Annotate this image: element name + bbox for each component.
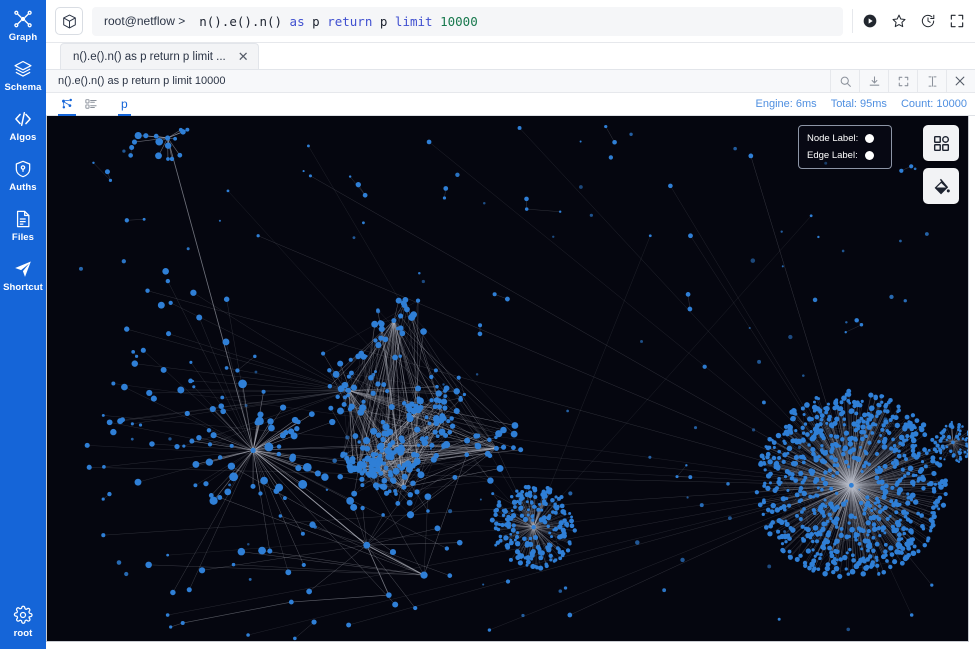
query-prompt: root@netflow > bbox=[104, 14, 186, 28]
query-input[interactable]: root@netflow > n().e().n() as p return p… bbox=[92, 6, 843, 36]
gear-icon bbox=[13, 605, 33, 625]
close-icon[interactable] bbox=[946, 69, 975, 93]
graph-nodes-icon bbox=[13, 9, 33, 29]
query-token-plain: p bbox=[372, 13, 395, 29]
code-brackets-icon bbox=[13, 109, 33, 129]
app-window: Graph Schema Algos Auths Files Shortcut … bbox=[0, 0, 975, 649]
query-token-plain: p bbox=[304, 13, 328, 29]
graph-canvas-wrapper: Node Label: Edge Label: bbox=[46, 116, 975, 649]
sidebar-item-shortcut[interactable]: Shortcut bbox=[0, 250, 46, 300]
query-token-number: 10000 bbox=[440, 13, 478, 29]
query-token-plain: n().e().n() bbox=[199, 13, 290, 29]
legend-shapes-button[interactable] bbox=[923, 125, 959, 161]
edge-label-row[interactable]: Edge Label: bbox=[807, 150, 883, 161]
edge-label-text: Edge Label: bbox=[807, 150, 858, 161]
close-icon[interactable]: ✕ bbox=[238, 50, 249, 63]
query-text: n().e().n() as p return p limit 10000 bbox=[199, 14, 478, 29]
expand-corners-icon[interactable] bbox=[888, 69, 917, 93]
graph-canvas[interactable]: Node Label: Edge Label: bbox=[46, 116, 969, 642]
query-tab-label: n().e().n() as p return p limit ... bbox=[73, 50, 226, 63]
query-token-keyword: limit bbox=[394, 13, 433, 29]
result-sub-toolbar: n().e().n() as p return p limit 10000 bbox=[46, 69, 975, 93]
sidebar-item-label: Shortcut bbox=[3, 282, 43, 293]
legend-grid-icon bbox=[932, 134, 951, 153]
graph-tool-buttons bbox=[923, 125, 959, 204]
graph-view-tab[interactable] bbox=[56, 94, 78, 116]
sidebar-item-graph[interactable]: Graph bbox=[0, 0, 46, 50]
sidebar-item-label: Graph bbox=[8, 32, 38, 43]
sidebar-item-files[interactable]: Files bbox=[0, 200, 46, 250]
sidebar-item-root-user[interactable]: root bbox=[0, 596, 46, 649]
layers-icon bbox=[13, 59, 33, 79]
split-view-icon[interactable] bbox=[917, 69, 946, 93]
sidebar-item-schema[interactable]: Schema bbox=[0, 50, 46, 100]
node-label-row[interactable]: Node Label: bbox=[807, 133, 883, 144]
clock-history-icon[interactable] bbox=[919, 13, 936, 30]
main-area: root@netflow > n().e().n() as p return p… bbox=[46, 0, 975, 649]
paint-style-button[interactable] bbox=[923, 168, 959, 204]
node-label-dropdown[interactable] bbox=[865, 134, 875, 143]
edge-label-dropdown[interactable] bbox=[864, 151, 874, 160]
node-label-text: Node Label: bbox=[807, 133, 859, 144]
stat-engine: Engine: 6ms bbox=[755, 98, 817, 110]
expand-arrows-icon[interactable] bbox=[948, 13, 965, 30]
download-icon[interactable] bbox=[859, 69, 888, 93]
stat-total: Total: 95ms bbox=[830, 98, 887, 110]
paper-plane-icon bbox=[13, 259, 33, 279]
query-tab-strip: n().e().n() as p return p limit ... ✕ bbox=[46, 43, 975, 70]
star-icon[interactable] bbox=[890, 13, 907, 30]
sidebar-item-label: Algos bbox=[9, 132, 37, 143]
result-alias-tab[interactable]: p bbox=[116, 94, 133, 116]
label-settings-panel: Node Label: Edge Label: bbox=[798, 125, 892, 169]
table-view-tab[interactable] bbox=[80, 94, 102, 115]
left-sidebar: Graph Schema Algos Auths Files Shortcut … bbox=[0, 0, 46, 649]
topbar-actions bbox=[852, 9, 965, 33]
query-token-keyword: as bbox=[289, 13, 305, 29]
query-tab[interactable]: n().e().n() as p return p limit ... ✕ bbox=[60, 43, 259, 69]
sidebar-item-label: Auths bbox=[9, 182, 37, 193]
stat-count: Count: 10000 bbox=[900, 98, 967, 110]
file-document-icon bbox=[13, 209, 33, 229]
sidebar-item-algos[interactable]: Algos bbox=[0, 100, 46, 150]
query-token-keyword: return bbox=[327, 13, 373, 29]
search-icon[interactable] bbox=[830, 69, 859, 93]
shield-location-icon bbox=[13, 159, 33, 179]
query-stats: Engine: 6ms Total: 95ms Count: 10000 bbox=[756, 98, 967, 110]
executed-query-text: n().e().n() as p return p limit 10000 bbox=[58, 75, 226, 87]
cube-logo-icon[interactable] bbox=[55, 7, 83, 35]
sidebar-item-label: Files bbox=[11, 232, 35, 243]
graph-visualization[interactable] bbox=[47, 116, 968, 641]
result-toolbar-actions bbox=[830, 69, 975, 93]
sidebar-item-auths[interactable]: Auths bbox=[0, 150, 46, 200]
sidebar-user-label: root bbox=[13, 628, 33, 639]
query-token-plain bbox=[433, 14, 441, 29]
top-query-bar: root@netflow > n().e().n() as p return p… bbox=[46, 0, 975, 43]
play-circle-icon[interactable] bbox=[861, 13, 878, 30]
paint-bucket-icon bbox=[932, 177, 951, 196]
sidebar-item-label: Schema bbox=[4, 82, 42, 93]
results-view-bar: p Engine: 6ms Total: 95ms Count: 10000 bbox=[46, 93, 975, 116]
